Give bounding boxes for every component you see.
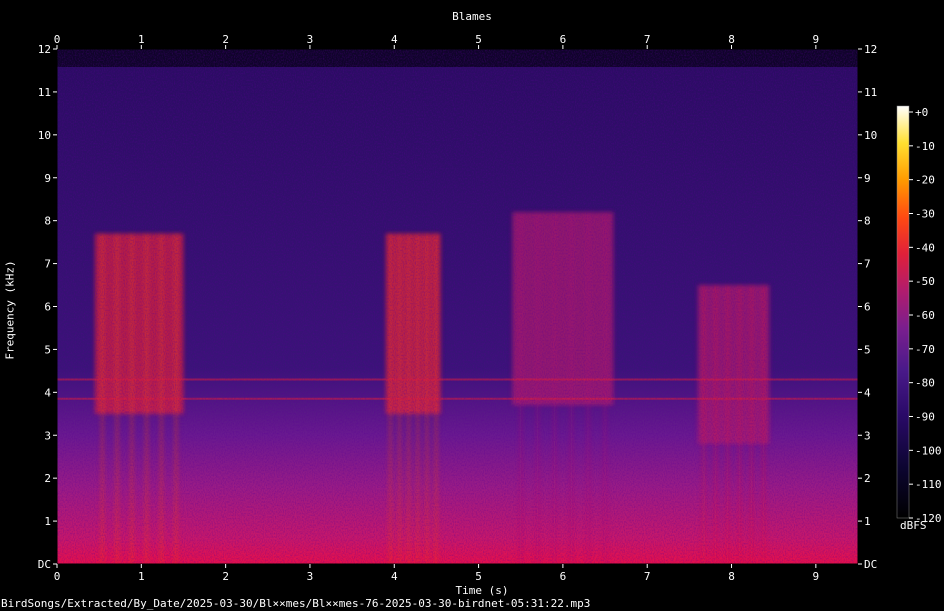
x-tick-label-bottom: 7	[644, 570, 651, 583]
x-tick-label-top: 7	[644, 33, 651, 46]
y-tick-label-left: 3	[44, 429, 51, 442]
colorbar	[896, 105, 910, 519]
plot-area	[57, 49, 858, 564]
y-tick-label-left: 6	[44, 301, 51, 314]
y-tick-label-left: 7	[44, 258, 51, 271]
x-tick-label-top: 8	[728, 33, 735, 46]
colorbar-tick-label: -80	[915, 377, 935, 390]
colorbar-tick-label: -20	[915, 174, 935, 187]
x-tick-label-bottom: 6	[560, 570, 567, 583]
x-tick-label-bottom: 1	[138, 570, 145, 583]
y-tick-label-right: DC	[864, 558, 877, 571]
y-tick-label-right: 6	[864, 301, 871, 314]
y-tick-label-left: 8	[44, 215, 51, 228]
colorbar-tick-label: -10	[915, 140, 935, 153]
x-tick-label-top: 5	[475, 33, 482, 46]
y-tick-label-left: 10	[38, 129, 51, 142]
y-tick-label-right: 11	[864, 86, 877, 99]
y-tick-label-left: 2	[44, 472, 51, 485]
x-tick-label-bottom: 3	[307, 570, 314, 583]
y-tick-label-right: 12	[864, 43, 877, 56]
colorbar-tick-label: -50	[915, 275, 935, 288]
x-tick-label-top: 6	[560, 33, 567, 46]
y-axis-right: DC123456789101112	[858, 43, 877, 571]
y-tick-label-left: DC	[38, 558, 51, 571]
colorbar-tick-label: -60	[915, 309, 935, 322]
x-tick-label-bottom: 8	[728, 570, 735, 583]
colorbar-ticks: +0-10-20-30-40-50-60-70-80-90-100-110-12…	[909, 106, 942, 525]
y-tick-label-right: 7	[864, 258, 871, 271]
y-tick-label-left: 4	[44, 386, 51, 399]
chart-title: Blames	[452, 10, 492, 23]
x-tick-label-top: 9	[813, 33, 820, 46]
x-tick-label-top: 0	[54, 33, 61, 46]
y-tick-label-right: 1	[864, 515, 871, 528]
y-tick-label-right: 2	[864, 472, 871, 485]
y-tick-label-left: 1	[44, 515, 51, 528]
y-tick-label-left: 9	[44, 172, 51, 185]
y-tick-label-right: 4	[864, 386, 871, 399]
x-axis-bottom: 0 1 2 3 4 5 6 7 8 9	[54, 564, 819, 583]
colorbar-tick-label: -30	[915, 208, 935, 221]
file-path: BirdSongs/Extracted/By_Date/2025-03-30/B…	[1, 597, 591, 610]
x-tick-label-top: 2	[222, 33, 229, 46]
x-tick-label-bottom: 4	[391, 570, 398, 583]
colorbar-tick-label: -70	[915, 343, 935, 356]
y-axis-label: Frequency (kHz)	[3, 260, 17, 360]
x-axis-top: 0 1 2 3 4 5 6 7 8 9	[54, 33, 819, 49]
y-tick-label-left: 5	[44, 343, 51, 356]
colorbar-tick-label: -100	[915, 444, 942, 457]
y-tick-label-right: 3	[864, 429, 871, 442]
x-tick-label-top: 3	[307, 33, 314, 46]
x-tick-label-bottom: 9	[813, 570, 820, 583]
colorbar-tick-label: -90	[915, 411, 935, 424]
x-axis-label: Time (s)	[455, 584, 509, 597]
colorbar-tick-label: +0	[915, 106, 928, 119]
colorbar-tick-label: -110	[915, 478, 942, 491]
y-axis-left: DC123456789101112	[38, 43, 57, 571]
x-tick-label-bottom: 2	[222, 570, 229, 583]
colorbar-label: dBFS	[900, 519, 927, 532]
spectrogram-chart: 0123456789 0123456789 DC123456789101112 …	[38, 33, 942, 583]
y-tick-label-left: 12	[38, 43, 51, 56]
y-tick-label-right: 9	[864, 172, 871, 185]
colorbar-tick-label: -40	[915, 241, 935, 254]
y-tick-label-right: 10	[864, 129, 877, 142]
x-tick-label-bottom: 0	[54, 570, 61, 583]
x-tick-label-top: 1	[138, 33, 145, 46]
x-tick-label-bottom: 5	[475, 570, 482, 583]
y-tick-label-right: 5	[864, 343, 871, 356]
noise-texture	[57, 49, 858, 564]
y-tick-label-left: 11	[38, 86, 51, 99]
y-tick-label-right: 8	[864, 215, 871, 228]
x-tick-label-top: 4	[391, 33, 398, 46]
